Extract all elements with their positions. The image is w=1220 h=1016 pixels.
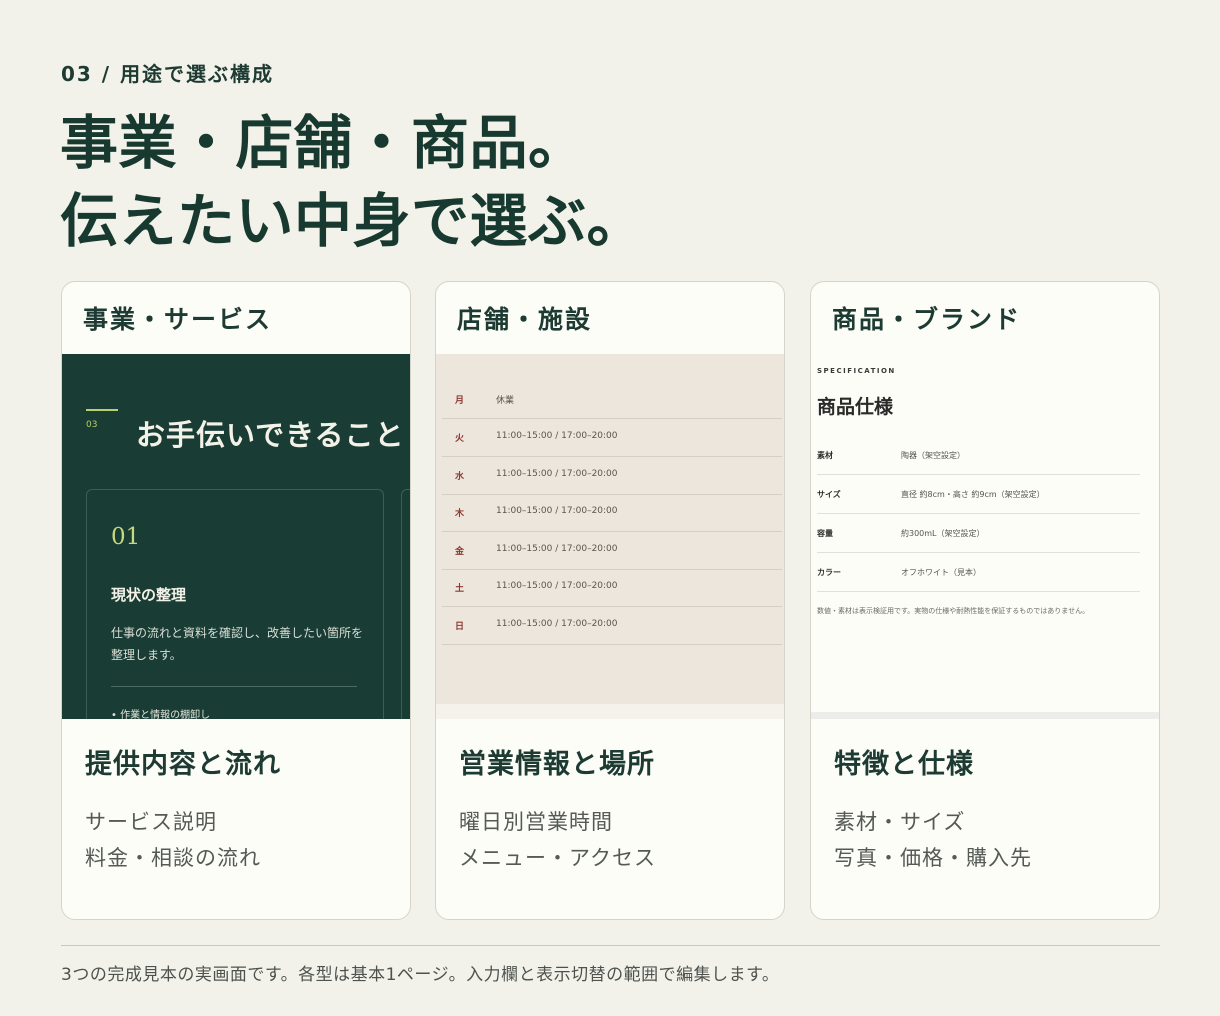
hours-row: 火 11:00–15:00 / 17:00–20:00 xyxy=(442,419,782,457)
hours-row: 月 休業 xyxy=(442,381,782,419)
page-headline: 事業・店舗・商品。 伝えたい中身で選ぶ。 xyxy=(60,104,645,260)
hours-row: 木 11:00–15:00 / 17:00–20:00 xyxy=(442,494,782,532)
hours-day: 日 xyxy=(455,622,465,632)
card-desc-line: 写真・価格・購入先 xyxy=(834,846,1032,870)
footnote: 3つの完成見本の実画面です。各型は基本1ページ。入力欄と表示切替の範囲で編集しま… xyxy=(61,965,780,985)
footer-divider xyxy=(61,945,1160,946)
spec-key: カラー xyxy=(817,568,841,577)
card-desc-line: 曜日別営業時間 xyxy=(459,810,613,834)
hours-day: 水 xyxy=(455,472,465,482)
section-eyebrow: 03 / 用途で選ぶ構成 xyxy=(61,62,275,86)
headline-line-2: 伝えたい中身で選ぶ。 xyxy=(60,187,646,255)
spec-key: サイズ xyxy=(817,490,841,499)
hours-day: 火 xyxy=(455,434,465,444)
card-title: 特徴と仕様 xyxy=(834,749,974,780)
headline-line-1: 事業・店舗・商品。 xyxy=(60,109,587,177)
business-preview: 03 お手伝いできること 01 現状の整理 仕事の流れと資料を確認し、改善したい… xyxy=(62,354,410,719)
spec-title: 商品仕様 xyxy=(817,396,894,418)
hours-day: 月 xyxy=(455,396,465,406)
product-preview: SPECIFICATION 商品仕様 素材 陶器（架空設定） サイズ 直径 約8… xyxy=(811,354,1159,719)
card-product-brand[interactable]: 商品・ブランド SPECIFICATION 商品仕様 素材 陶器（架空設定） サ… xyxy=(810,281,1160,920)
next-step-card xyxy=(401,489,410,719)
card-title: 提供内容と流れ xyxy=(85,749,281,780)
hours-time: 11:00–15:00 / 17:00–20:00 xyxy=(496,469,618,479)
preview-bottom-band xyxy=(811,712,1159,719)
hours-time: 休業 xyxy=(496,396,515,406)
card-description: サービス説明 料金・相談の流れ xyxy=(85,804,261,876)
card-desc-line: メニュー・アクセス xyxy=(459,846,656,870)
card-desc-line: サービス説明 xyxy=(85,810,217,834)
preview-footer-band xyxy=(436,704,784,719)
spec-row: カラー オフホワイト（見本） xyxy=(817,553,1140,592)
hours-time: 11:00–15:00 / 17:00–20:00 xyxy=(496,619,618,629)
hours-time: 11:00–15:00 / 17:00–20:00 xyxy=(496,506,618,516)
card-description: 曜日別営業時間 メニュー・アクセス xyxy=(459,804,656,876)
spec-key: 容量 xyxy=(817,529,833,538)
hours-time: 11:00–15:00 / 17:00–20:00 xyxy=(496,544,618,554)
hours-time: 11:00–15:00 / 17:00–20:00 xyxy=(496,581,618,591)
preview-section-number: 03 xyxy=(86,420,98,430)
card-desc-line: 素材・サイズ xyxy=(834,810,966,834)
card-label: 事業・サービス xyxy=(83,305,273,334)
preview-section-title: お手伝いできること xyxy=(136,418,405,452)
spec-value: オフホワイト（見本） xyxy=(901,568,981,577)
card-title: 営業情報と場所 xyxy=(459,749,655,780)
spec-row: 素材 陶器（架空設定） xyxy=(817,436,1140,475)
card-store-facility[interactable]: 店舗・施設 月 休業 火 11:00–15:00 / 17:00–20:00 水… xyxy=(435,281,785,920)
spec-value: 陶器（架空設定） xyxy=(901,451,965,460)
hours-day: 木 xyxy=(455,509,465,519)
spec-key: 素材 xyxy=(817,451,833,460)
card-business-service[interactable]: 事業・サービス 03 お手伝いできること 01 現状の整理 仕事の流れと資料を確… xyxy=(61,281,411,920)
hours-row: 金 11:00–15:00 / 17:00–20:00 xyxy=(442,532,782,570)
hours-row: 土 11:00–15:00 / 17:00–20:00 xyxy=(442,569,782,607)
step-bullet: • 作業と情報の棚卸し xyxy=(111,710,211,719)
step-divider xyxy=(111,686,357,687)
card-label: 商品・ブランド xyxy=(832,305,1022,334)
card-label: 店舗・施設 xyxy=(457,305,593,334)
hours-day: 土 xyxy=(455,584,465,594)
hours-day: 金 xyxy=(455,547,465,557)
accent-line xyxy=(86,409,118,411)
spec-label: SPECIFICATION xyxy=(817,367,896,375)
hours-time: 11:00–15:00 / 17:00–20:00 xyxy=(496,431,618,441)
store-preview: 月 休業 火 11:00–15:00 / 17:00–20:00 水 11:00… xyxy=(436,354,784,719)
step-card: 01 現状の整理 仕事の流れと資料を確認し、改善したい箇所を整理します。 • 作… xyxy=(86,489,384,719)
spec-note: 数値・素材は表示検証用です。実物の仕様や耐熱性能を保証するものではありません。 xyxy=(817,607,1090,615)
hours-row: 日 11:00–15:00 / 17:00–20:00 xyxy=(442,607,782,645)
card-desc-line: 料金・相談の流れ xyxy=(85,846,261,870)
step-number: 01 xyxy=(111,524,141,550)
spec-row: 容量 約300mL（架空設定） xyxy=(817,514,1140,553)
hours-row: 水 11:00–15:00 / 17:00–20:00 xyxy=(442,457,782,495)
spec-value: 直径 約8cm・高さ 約9cm（架空設定） xyxy=(901,490,1045,499)
spec-value: 約300mL（架空設定） xyxy=(901,529,985,538)
step-title: 現状の整理 xyxy=(111,586,187,604)
spec-row: サイズ 直径 約8cm・高さ 約9cm（架空設定） xyxy=(817,475,1140,514)
step-text: 仕事の流れと資料を確認し、改善したい箇所を整理します。 xyxy=(111,626,364,662)
card-description: 素材・サイズ 写真・価格・購入先 xyxy=(834,804,1032,876)
